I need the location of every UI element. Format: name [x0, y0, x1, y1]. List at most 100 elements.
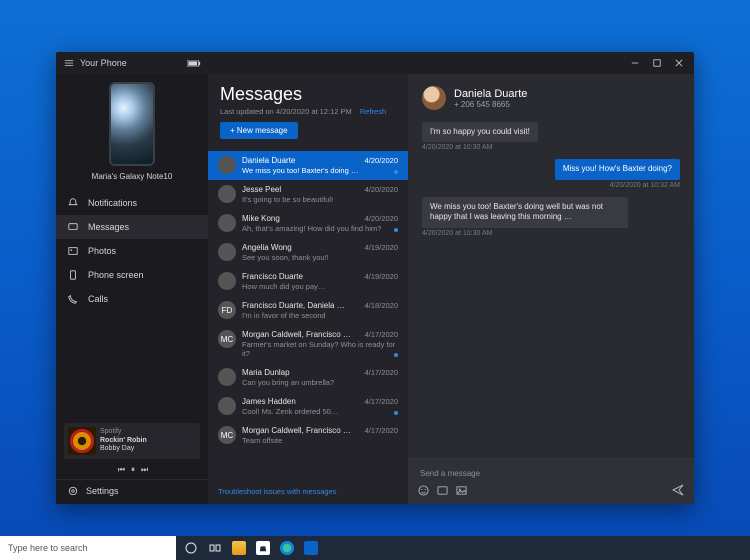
sidebar-nav: Notifications Messages Photos Phone scre… — [56, 191, 208, 311]
refresh-link[interactable]: Refresh — [360, 107, 386, 116]
taskbar: Type here to search — [0, 536, 750, 560]
conversation-item[interactable]: Mike Kong4/20/2020Ah, that's amazing! Ho… — [208, 209, 408, 238]
message-outgoing: Miss you! How's Baxter doing?4/20/2020 a… — [555, 159, 680, 194]
conversation-date: 4/17/2020 — [365, 397, 398, 406]
media-card[interactable]: Spotify Rockin' Robin Bobby Day — [64, 423, 200, 459]
message-timestamp: 4/20/2020 at 10:30 AM — [422, 230, 628, 237]
sidebar: Maria's Galaxy Note10 Notifications Mess… — [56, 74, 208, 504]
conversation-item[interactable]: Daniela Duarte4/20/2020We miss you too! … — [208, 151, 408, 180]
conversation-item[interactable]: Angelia Wong4/19/2020See you soon, thank… — [208, 238, 408, 267]
sidebar-item-photos[interactable]: Photos — [56, 239, 208, 263]
conversation-item[interactable]: MCMorgan Caldwell, Francisco …4/17/2020T… — [208, 421, 408, 450]
avatar — [218, 214, 236, 232]
sidebar-item-label: Photos — [88, 246, 116, 256]
gear-icon — [68, 486, 78, 496]
avatar — [218, 368, 236, 386]
emoji-icon[interactable] — [418, 485, 429, 496]
conversation-item[interactable]: Jesse Peel4/20/2020It's going to be so b… — [208, 180, 408, 209]
conversation-name: Angelia Wong — [242, 243, 292, 252]
avatar — [218, 272, 236, 290]
conversation-name: James Hadden — [242, 397, 296, 406]
minimize-button[interactable] — [624, 52, 646, 74]
taskbar-icons — [176, 541, 326, 555]
sidebar-item-settings[interactable]: Settings — [56, 479, 208, 504]
avatar — [218, 185, 236, 203]
sidebar-item-label: Messages — [88, 222, 129, 232]
media-controls: ⏮ ⏸ ⏭ — [58, 465, 208, 479]
conversation-item[interactable]: Maria Dunlap 4/17/2020Can you bring an um… — [208, 363, 408, 392]
conversation-date: 4/17/2020 — [365, 368, 398, 377]
conversation-preview: Can you bring an umbrella? — [242, 378, 398, 387]
conversation-preview: Cool! Ms. Zenk ordered 50… — [242, 407, 398, 416]
avatar: MC — [218, 426, 236, 444]
conversation-header: Messages Last updated on 4/20/2020 at 12… — [208, 74, 408, 151]
avatar — [218, 156, 236, 174]
media-prev-icon[interactable]: ⏮ — [118, 465, 125, 475]
conversation-preview: Farmer's market on Sunday? Who is ready … — [242, 340, 398, 358]
last-updated: Last updated on 4/20/2020 at 12:12 PM Re… — [220, 107, 396, 116]
conversation-preview: Team offsite — [242, 436, 398, 445]
conversation-item[interactable]: James Hadden 4/17/2020Cool! Ms. Zenk orde… — [208, 392, 408, 421]
conversation-item[interactable]: Francisco Duarte4/19/2020How much did yo… — [208, 267, 408, 296]
calls-icon — [68, 294, 80, 304]
compose-input[interactable]: Send a message — [418, 465, 684, 484]
app-window: Your Phone Maria's Galaxy Note10 Notific… — [56, 52, 694, 504]
gif-icon[interactable] — [437, 485, 448, 496]
conversation-item[interactable]: FDFrancisco Duarte, Daniela …4/18/2020I'… — [208, 296, 408, 325]
sidebar-item-label: Calls — [88, 294, 108, 304]
sidebar-item-label: Settings — [86, 486, 119, 496]
conversation-date: 4/20/2020 — [365, 185, 398, 194]
chat-body[interactable]: I'm so happy you could visit! 4/20/2020 a… — [408, 116, 694, 458]
conversation-name: Francisco Duarte, Daniela … — [242, 301, 345, 310]
send-icon[interactable] — [672, 484, 684, 496]
conversation-list[interactable]: Daniela Duarte4/20/2020We miss you too! … — [208, 151, 408, 483]
cortana-icon[interactable] — [184, 541, 198, 555]
close-button[interactable] — [668, 52, 690, 74]
phone-preview[interactable] — [109, 82, 155, 166]
media-pause-icon[interactable]: ⏸ — [131, 465, 135, 475]
troubleshoot-link[interactable]: Troubleshoot issues with messages — [208, 483, 408, 504]
conversation-preview: I'm in favor of the second — [242, 311, 398, 320]
sidebar-item-messages[interactable]: Messages — [56, 215, 208, 239]
titlebar: Your Phone — [56, 52, 694, 74]
phone-name: Maria's Galaxy Note10 — [56, 172, 208, 181]
sidebar-item-label: Notifications — [88, 198, 137, 208]
conversation-name: Jesse Peel — [242, 185, 281, 194]
sidebar-item-notifications[interactable]: Notifications — [56, 191, 208, 215]
conversation-column: Messages Last updated on 4/20/2020 at 12… — [208, 74, 408, 504]
composer: Send a message — [408, 458, 694, 504]
message-bubble[interactable]: I'm so happy you could visit! — [422, 122, 538, 142]
conversation-date: 4/19/2020 — [365, 272, 398, 281]
unread-dot-icon — [394, 170, 398, 174]
message-bubble[interactable]: Miss you! How's Baxter doing? — [555, 159, 680, 179]
edge-icon[interactable] — [280, 541, 294, 555]
unread-dot-icon — [394, 411, 398, 415]
conversation-name: Mike Kong — [242, 214, 280, 223]
message-incoming: We miss you too! Baxter's doing well but… — [422, 197, 628, 243]
store-icon[interactable] — [256, 541, 270, 555]
phone-icon — [68, 270, 80, 280]
bell-icon — [68, 198, 80, 208]
file-explorer-icon[interactable] — [232, 541, 246, 555]
image-icon[interactable] — [456, 485, 467, 496]
your-phone-icon[interactable] — [304, 541, 318, 555]
conversation-date: 4/19/2020 — [365, 243, 398, 252]
conversation-date: 4/18/2020 — [365, 301, 398, 310]
sidebar-item-phonescreen[interactable]: Phone screen — [56, 263, 208, 287]
conversation-item[interactable]: MCMorgan Caldwell, Francisco …4/17/2020F… — [208, 325, 408, 363]
hamburger-icon[interactable] — [64, 58, 74, 68]
media-next-icon[interactable]: ⏭ — [141, 465, 148, 475]
conversation-name: Maria Dunlap — [242, 368, 290, 377]
taskbar-search[interactable]: Type here to search — [0, 536, 176, 560]
unread-dot-icon — [394, 353, 398, 357]
album-art — [68, 427, 96, 455]
conversation-name: Daniela Duarte — [242, 156, 295, 165]
task-view-icon[interactable] — [208, 541, 222, 555]
maximize-button[interactable] — [646, 52, 668, 74]
conversation-name: Francisco Duarte — [242, 272, 303, 281]
message-bubble[interactable]: We miss you too! Baxter's doing well but… — [422, 197, 628, 228]
contact-avatar[interactable] — [422, 86, 446, 110]
conversation-date: 4/20/2020 — [365, 214, 398, 223]
sidebar-item-calls[interactable]: Calls — [56, 287, 208, 311]
new-message-button[interactable]: + New message — [220, 122, 298, 139]
